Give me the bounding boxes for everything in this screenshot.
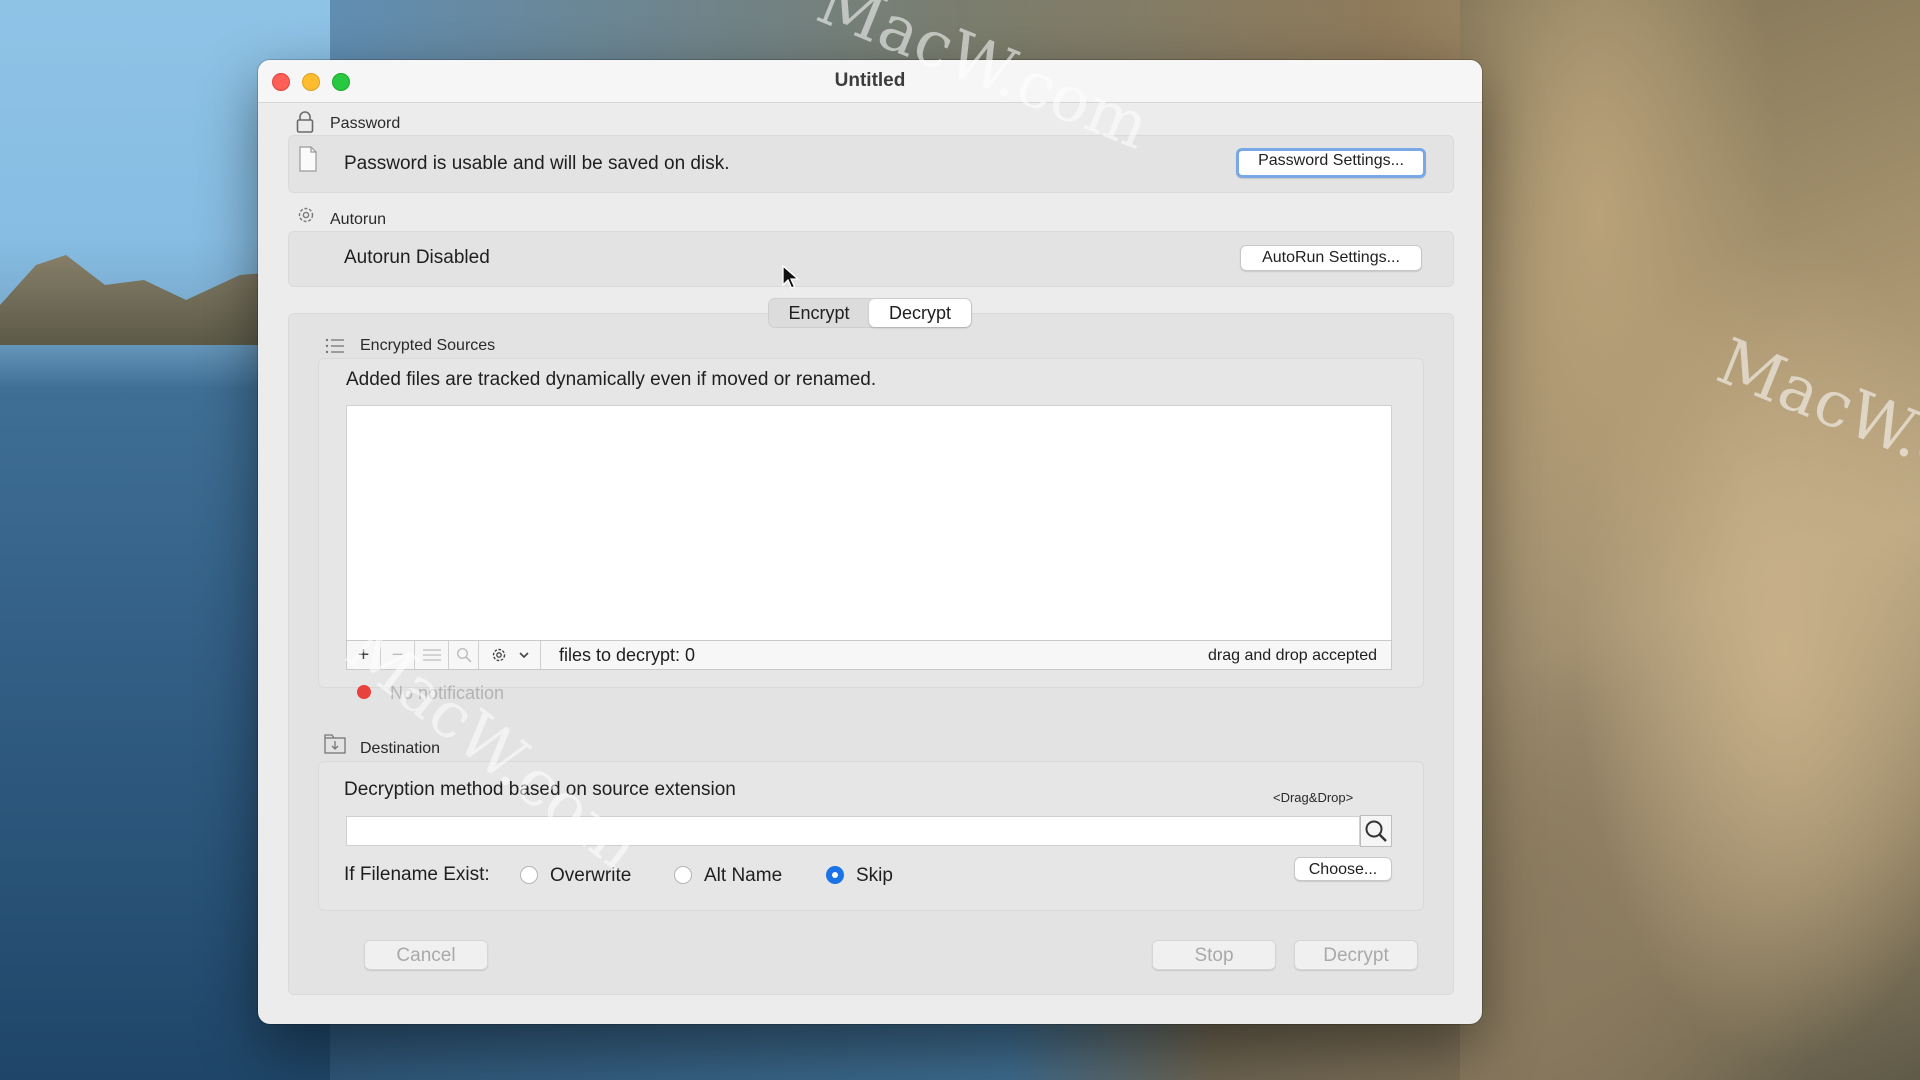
filename-exist-label: If Filename Exist: [344, 864, 490, 885]
drag-drop-tag: <Drag&Drop> [1273, 790, 1354, 805]
app-window: Untitled Password Password is usable and… [258, 60, 1482, 1024]
password-settings-button[interactable]: Password Settings... [1236, 148, 1426, 178]
password-status-text: Password is usable and will be saved on … [344, 153, 730, 174]
add-file-button[interactable]: + [347, 641, 381, 669]
list-view-button[interactable] [415, 641, 449, 669]
radio-overwrite-label: Overwrite [550, 865, 632, 886]
status-indicator-dot [357, 685, 371, 699]
decryption-method-text: Decryption method based on source extens… [344, 779, 736, 800]
gear-icon [298, 207, 314, 223]
drag-drop-hint: drag and drop accepted [1207, 647, 1377, 664]
window-title: Untitled [834, 70, 906, 91]
file-list-toolbar: + − files to decrypt: 0 drag and drop ac… [346, 640, 1392, 670]
radio-skip-label: Skip [856, 865, 893, 886]
tab-decrypt[interactable]: Decrypt [869, 299, 971, 327]
document-icon [299, 146, 317, 172]
list-icon [422, 649, 441, 661]
sources-description: Added files are tracked dynamically even… [346, 369, 877, 390]
folder-download-icon [324, 734, 346, 754]
radio-skip[interactable] [826, 866, 844, 884]
title-bar: Untitled [258, 60, 1482, 103]
password-section-label: Password [330, 115, 401, 132]
stop-button[interactable]: Stop [1152, 940, 1276, 970]
encrypted-sources-label: Encrypted Sources [360, 337, 496, 354]
actions-menu-button[interactable] [479, 641, 541, 669]
notification-status-text: No notification [390, 683, 505, 703]
search-icon [1365, 820, 1387, 842]
files-count-text: files to decrypt: 0 [559, 645, 696, 665]
lock-icon [296, 111, 314, 133]
radio-overwrite[interactable] [520, 866, 538, 884]
reveal-file-button[interactable] [449, 641, 479, 669]
autorun-settings-button[interactable]: AutoRun Settings... [1240, 245, 1422, 271]
magnifier-icon [456, 647, 472, 663]
browse-destination-button[interactable] [1360, 815, 1392, 847]
cancel-button[interactable]: Cancel [364, 940, 488, 970]
encrypted-files-list[interactable] [346, 405, 1392, 641]
remove-file-button[interactable]: − [381, 641, 415, 669]
destination-section-label: Destination [360, 740, 441, 757]
choose-destination-button[interactable]: Choose... [1294, 857, 1392, 881]
tab-encrypt[interactable]: Encrypt [769, 299, 869, 327]
radio-alt-name[interactable] [674, 866, 692, 884]
mode-segmented-control: Encrypt Decrypt [768, 298, 972, 328]
desktop-background-mountain [1460, 0, 1920, 1080]
destination-path-field[interactable] [346, 816, 1360, 846]
radio-alt-name-label: Alt Name [704, 865, 783, 886]
list-icon [325, 338, 344, 354]
mouse-cursor-icon [782, 265, 800, 289]
decrypt-button[interactable]: Decrypt [1294, 940, 1418, 970]
gear-dropdown-icon [492, 648, 529, 662]
autorun-status-text: Autorun Disabled [344, 247, 490, 268]
autorun-section-label: Autorun [330, 211, 387, 228]
